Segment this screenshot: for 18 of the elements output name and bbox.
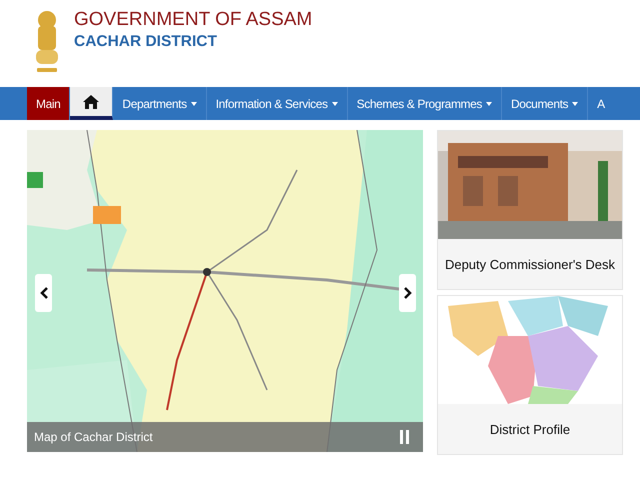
chevron-left-icon: [40, 287, 48, 299]
pause-icon[interactable]: [400, 430, 409, 444]
card-link[interactable]: Deputy Commissioner's Desk: [438, 239, 622, 289]
nav-link[interactable]: Main: [27, 87, 70, 120]
home-tab[interactable]: [70, 87, 114, 120]
previous-button[interactable]: [35, 274, 52, 312]
site-subtitle: CACHAR DISTRICT: [74, 32, 218, 52]
slide-caption: Map of Cachar District: [34, 430, 153, 444]
nav-link[interactable]: Information & Services: [206, 87, 348, 120]
next-button[interactable]: [399, 274, 416, 312]
nav-link[interactable]: Schemes & Programmes: [348, 87, 502, 120]
home-icon: [82, 94, 100, 110]
site-title: GOVERNMENT OF ASSAM: [74, 9, 312, 31]
nav-link[interactable]: Documents: [502, 87, 588, 120]
card-link[interactable]: District Profile: [438, 404, 622, 454]
nav-link[interactable]: Departments: [113, 87, 207, 120]
chevron-right-icon: [404, 287, 412, 299]
nav-link[interactable]: A: [588, 87, 614, 120]
